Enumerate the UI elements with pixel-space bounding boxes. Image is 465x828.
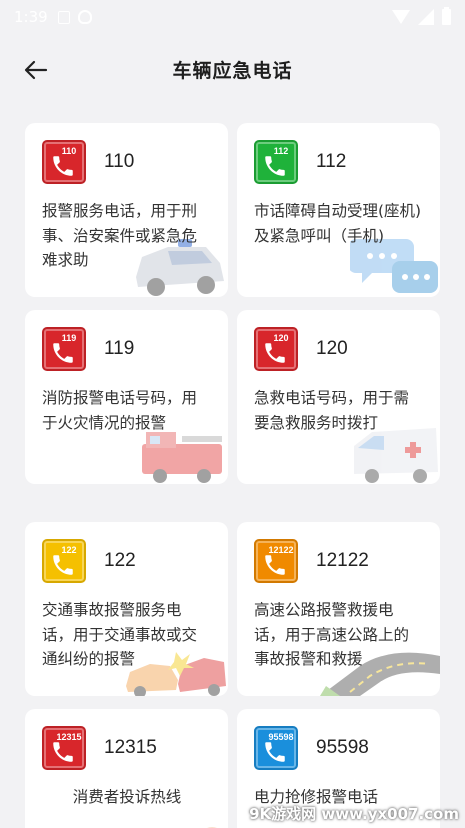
phone-badge-icon: 12122: [254, 539, 298, 583]
card-description: 电力抢修报警电话: [254, 788, 379, 806]
card-12122[interactable]: 12122 12122 高速公路报警救援电话，用于高速公路上的事故报警和救援: [237, 522, 440, 696]
back-button[interactable]: [18, 52, 54, 88]
phone-handset-icon: [265, 156, 285, 176]
phone-handset-icon: [265, 555, 285, 575]
phone-number: 120: [316, 338, 348, 359]
signal-icon: [418, 9, 434, 25]
phone-badge-icon: 112: [254, 140, 298, 184]
battery-icon: [442, 7, 451, 25]
card-description: 消费者投诉热线: [72, 788, 182, 806]
notification-icon: [57, 10, 70, 24]
phone-handset-icon: [53, 742, 73, 762]
phone-badge-icon: 95598: [254, 726, 298, 770]
phone-handset-icon: [53, 555, 73, 575]
phone-number: 110: [104, 151, 135, 172]
phone-number: 119: [104, 338, 135, 359]
card-12315[interactable]: 12315 12315 消费者投诉热线: [25, 709, 228, 828]
card-112[interactable]: 112 112 市话障碍自动受理(座机)及紧急呼叫（手机): [237, 123, 440, 297]
card-description: 高速公路报警救援电话，用于高速公路上的事故报警和救援: [254, 601, 410, 668]
phone-number: 112: [316, 151, 347, 172]
page-title: 车辆应急电话: [172, 59, 293, 82]
card-description: 交通事故报警服务电话，用于交通事故或交通纠纷的报警: [42, 601, 198, 668]
card-122[interactable]: 122 122 交通事故报警服务电话，用于交通事故或交通纠纷的报警: [25, 522, 228, 696]
card-description: 消防报警电话号码，用于火灾情况的报警: [42, 389, 198, 432]
back-arrow-icon: [24, 60, 48, 80]
phone-number: 95598: [316, 737, 369, 758]
phone-badge-icon: 119: [42, 327, 86, 371]
phone-number: 12315: [104, 737, 157, 758]
card-120[interactable]: 120 120 急救电话号码，用于需要急救服务时拨打: [237, 310, 440, 484]
phone-handset-icon: [53, 156, 73, 176]
phone-handset-icon: [265, 343, 285, 363]
status-time: 1:39: [14, 8, 48, 26]
wifi-icon: [392, 10, 410, 24]
app-header: 车辆应急电话: [0, 34, 465, 104]
bug-icon: [77, 10, 92, 24]
card-description: 急救电话号码，用于需要急救服务时拨打: [254, 389, 410, 432]
card-description: 市话障碍自动受理(座机)及紧急呼叫（手机): [254, 202, 422, 245]
phone-number: 12122: [316, 550, 369, 571]
phone-handset-icon: [265, 742, 285, 762]
phone-handset-icon: [53, 343, 73, 363]
card-description: 报警服务电话，用于刑事、治安案件或紧急危难求助: [42, 202, 198, 269]
phone-badge-icon: 110: [42, 140, 86, 184]
card-110[interactable]: 110 110 报警服务电话，用于刑事、治安案件或紧急危难求助: [25, 123, 228, 297]
phone-badge-icon: 122: [42, 539, 86, 583]
person-icon: [207, 827, 217, 828]
status-bar: 1:39: [0, 0, 465, 34]
phone-badge-icon: 120: [254, 327, 298, 371]
card-119[interactable]: 119 119 消防报警电话号码，用于火灾情况的报警: [25, 310, 228, 484]
phone-badge-icon: 12315: [42, 726, 86, 770]
phone-number: 122: [104, 550, 136, 571]
